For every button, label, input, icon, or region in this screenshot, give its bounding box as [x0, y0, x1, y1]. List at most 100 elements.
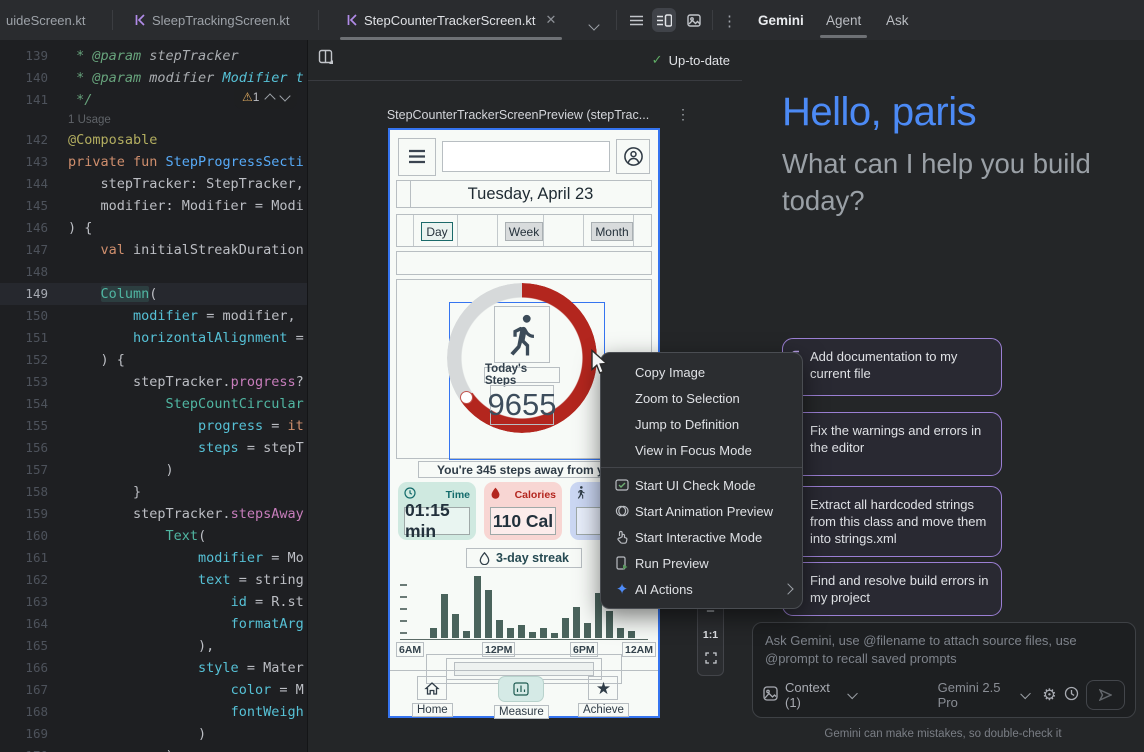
gemini-input-box[interactable]: Ask Gemini, use @filename to attach sour… — [752, 622, 1136, 718]
code-line[interactable]: 170 ) — [0, 745, 307, 752]
code-line[interactable]: 146) { — [0, 217, 307, 239]
menu-button[interactable] — [398, 138, 436, 176]
tab-sleeptrackingscreen[interactable]: SleepTrackingScreen.kt — [124, 0, 300, 40]
code-view-icon[interactable] — [624, 8, 648, 32]
code-line[interactable]: 161 modifier = Mo — [0, 547, 307, 569]
code-line[interactable]: 150 modifier = modifier, — [0, 305, 307, 327]
period-tab-row: Day Week Month — [396, 214, 652, 247]
tab-agent[interactable]: Agent — [826, 0, 861, 40]
attach-image-icon[interactable] — [763, 686, 778, 704]
code-line[interactable]: 156 steps = stepT — [0, 437, 307, 459]
code-line[interactable]: 166 style = Mater — [0, 657, 307, 679]
code-line[interactable]: 151 horizontalAlignment = — [0, 327, 307, 349]
menu-item-zoom-to-selection[interactable]: Zoom to Selection — [601, 385, 802, 411]
tab-week[interactable]: Week — [505, 222, 543, 241]
code-line[interactable]: 165 ), — [0, 635, 307, 657]
suggestion-card[interactable]: Add documentation to my current file — [782, 338, 1002, 396]
code-line[interactable]: 169 ) — [0, 723, 307, 745]
preview-title[interactable]: StepCounterTrackerScreenPreview (stepTra… — [368, 108, 668, 122]
code-line[interactable]: 159 stepTracker.stepsAway — [0, 503, 307, 525]
tab-guidescreen[interactable]: uideScreen.kt — [0, 0, 96, 40]
context-dropdown[interactable]: Context (1) — [785, 680, 842, 710]
layout-grid-icon[interactable] — [318, 49, 335, 71]
code-line[interactable]: 168 fontWeigh — [0, 701, 307, 723]
code-line[interactable]: 155 progress = it — [0, 415, 307, 437]
code-line[interactable]: 1 Usage — [0, 111, 307, 129]
menu-item-view-in-focus-mode[interactable]: View in Focus Mode — [601, 437, 802, 463]
close-icon[interactable]: ✕ — [545, 12, 556, 28]
split-view-icon[interactable] — [652, 8, 676, 32]
send-button[interactable] — [1086, 680, 1125, 710]
menu-item-jump-to-definition[interactable]: Jump to Definition — [601, 411, 802, 437]
code-line[interactable]: 149 Column( — [0, 283, 307, 305]
code-line[interactable]: 162 text = string — [0, 569, 307, 591]
chevron-down-icon[interactable] — [590, 16, 598, 34]
status-text: Up-to-date — [669, 53, 730, 68]
code-line[interactable]: 157 ) — [0, 459, 307, 481]
suggestion-card[interactable]: Find and resolve build errors in my proj… — [782, 562, 1002, 616]
code-text: } — [68, 481, 307, 503]
code-line[interactable]: 148 — [0, 261, 307, 283]
code-line[interactable]: 163 id = R.st — [0, 591, 307, 613]
more-options-icon[interactable]: ⋮ — [722, 12, 737, 30]
suggestion-card[interactable]: Extract all hardcoded strings from this … — [782, 486, 1002, 557]
nav-item-achieve[interactable]: ★Achieve — [578, 676, 629, 717]
code-line[interactable]: 153 stepTracker.progress? — [0, 371, 307, 393]
code-line[interactable]: 147 val initialStreakDuration — [0, 239, 307, 261]
zoom-level[interactable]: 1:1 — [703, 629, 718, 641]
line-number: 169 — [0, 723, 68, 745]
chevron-down-icon[interactable] — [848, 688, 859, 699]
prev-warning-icon[interactable] — [265, 93, 276, 104]
history-icon[interactable] — [1064, 686, 1079, 704]
code-line[interactable]: 142@Composable — [0, 129, 307, 151]
code-line[interactable]: 139 * @param stepTracker — [0, 45, 307, 67]
nav-label: Achieve — [578, 703, 629, 717]
code-line[interactable]: 143private fun StepProgressSecti — [0, 151, 307, 173]
context-menu: Copy ImageZoom to SelectionJump to Defin… — [600, 352, 803, 609]
inspection-widget[interactable]: ⚠1 — [234, 85, 297, 109]
code-line[interactable]: 152 ) { — [0, 349, 307, 371]
chevron-down-icon[interactable] — [1020, 688, 1031, 699]
menu-item-copy-image[interactable]: Copy Image — [601, 359, 802, 385]
code-editor[interactable]: 139 * @param stepTracker140 * @param mod… — [0, 40, 308, 752]
code-line[interactable]: 144 stepTracker: StepTracker, — [0, 173, 307, 195]
code-text: text = string — [68, 569, 307, 591]
suggestion-card[interactable]: Fix the warnings and errors in the edito… — [782, 412, 1002, 476]
code-text: ), — [68, 635, 307, 657]
code-text: stepTracker: StepTracker, — [68, 173, 307, 195]
date-row: Tuesday, April 23 — [396, 180, 652, 208]
x-axis-label: 12AM — [622, 642, 656, 657]
menu-item-start-ui-check-mode[interactable]: Start UI Check Mode — [601, 472, 802, 498]
chart-bar — [507, 628, 514, 638]
search-input[interactable] — [442, 141, 610, 172]
line-number: 164 — [0, 613, 68, 635]
home-icon — [417, 676, 447, 700]
code-line[interactable]: 160 Text( — [0, 525, 307, 547]
nav-item-home[interactable]: Home — [412, 676, 453, 717]
code-line[interactable]: 145 modifier: Modifier = Modi — [0, 195, 307, 217]
preview-options-icon[interactable]: ⋮ — [676, 106, 690, 123]
nav-item-measure[interactable]: Measure — [494, 676, 549, 719]
tab-day[interactable]: Day — [421, 222, 453, 241]
code-text: ) — [68, 459, 307, 481]
menu-item-ai-actions[interactable]: ✦AI Actions — [601, 576, 802, 602]
code-line[interactable]: 164 formatArg — [0, 613, 307, 635]
menu-item-run-preview[interactable]: Run Preview — [601, 550, 802, 576]
design-view-icon[interactable] — [682, 8, 706, 32]
tab-month[interactable]: Month — [591, 222, 633, 241]
gear-icon[interactable]: ⚙ — [1042, 685, 1056, 705]
next-warning-icon[interactable] — [280, 90, 291, 101]
chart-bar — [551, 633, 558, 638]
fit-to-screen-icon[interactable] — [705, 651, 717, 669]
walk-icon — [576, 486, 586, 504]
menu-item-start-interactive-mode[interactable]: Start Interactive Mode — [601, 524, 802, 550]
code-line[interactable]: 167 color = M — [0, 679, 307, 701]
code-line[interactable]: 158 } — [0, 481, 307, 503]
code-line[interactable]: 154 StepCountCircular — [0, 393, 307, 415]
menu-item-start-animation-preview[interactable]: Start Animation Preview — [601, 498, 802, 524]
tab-stepcountertrackerscreen[interactable]: StepCounterTrackerScreen.kt ✕ — [336, 0, 566, 40]
code-text — [68, 261, 307, 283]
model-dropdown[interactable]: Gemini 2.5 Pro — [938, 680, 1015, 710]
account-button[interactable] — [616, 139, 650, 174]
tab-ask[interactable]: Ask — [886, 0, 909, 40]
